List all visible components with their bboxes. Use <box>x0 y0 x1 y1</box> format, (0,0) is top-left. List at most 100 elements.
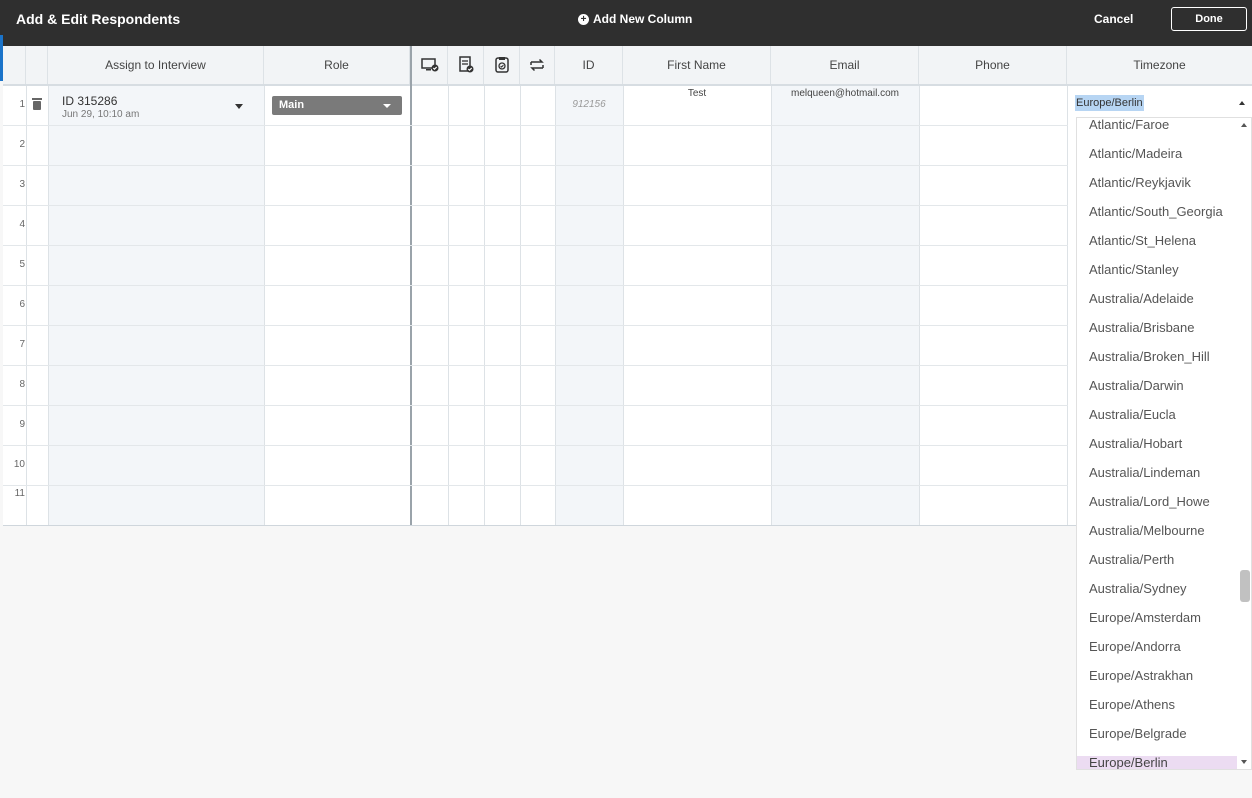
cancel-button[interactable]: Cancel <box>1094 12 1133 26</box>
interview-date: Jun 29, 10:10 am <box>62 109 140 120</box>
timezone-option[interactable]: Europe/Astrakhan <box>1077 669 1251 698</box>
header-id[interactable]: ID <box>555 46 623 84</box>
first-name-cell[interactable]: Test <box>623 88 771 99</box>
row-number: 10 <box>13 459 25 470</box>
timezone-option[interactable]: Australia/Perth <box>1077 553 1251 582</box>
col-divider <box>26 86 27 525</box>
row-number: 4 <box>19 219 25 230</box>
document-check-icon <box>494 57 509 73</box>
row-divider <box>3 285 1068 286</box>
row-number: 1 <box>19 99 25 110</box>
dropdown-scrollbar[interactable] <box>1237 118 1251 769</box>
timezone-option[interactable]: Europe/Berlin <box>1077 756 1251 769</box>
row-number: 7 <box>19 339 25 350</box>
delete-row-icon[interactable] <box>32 98 42 110</box>
col-divider <box>264 86 265 525</box>
header-actions <box>26 46 48 84</box>
row-number: 11 <box>14 488 25 499</box>
col-divider <box>48 86 49 525</box>
timezone-selected-value[interactable]: Europe/Berlin <box>1075 95 1144 111</box>
header-email[interactable]: Email <box>771 46 919 84</box>
role-value: Main <box>279 99 305 111</box>
row-divider <box>3 365 1068 366</box>
grid-header: Assign to Interview Role ID First Name E… <box>3 46 1252 86</box>
col-divider <box>919 86 920 525</box>
row-divider <box>3 165 1068 166</box>
timezone-option[interactable]: Europe/Amsterdam <box>1077 611 1251 640</box>
row-number: 8 <box>19 379 25 390</box>
timezone-option[interactable]: Australia/Hobart <box>1077 437 1251 466</box>
header-swap[interactable] <box>520 46 555 84</box>
timezone-option[interactable]: Atlantic/Stanley <box>1077 263 1251 292</box>
col-divider <box>520 86 521 525</box>
timezone-option[interactable]: Atlantic/Faroe <box>1077 118 1251 147</box>
header-desktop-check[interactable] <box>412 46 448 84</box>
timezone-option[interactable]: Australia/Darwin <box>1077 379 1251 408</box>
row-number: 3 <box>19 179 25 190</box>
timezone-option[interactable]: Australia/Lindeman <box>1077 466 1251 495</box>
timezone-option[interactable]: Atlantic/South_Georgia <box>1077 205 1251 234</box>
scroll-up-arrow-icon[interactable] <box>1241 123 1247 127</box>
row-divider <box>3 245 1068 246</box>
header-timezone[interactable]: Timezone <box>1067 46 1252 84</box>
row-number: 6 <box>19 299 25 310</box>
add-new-column-label: Add New Column <box>593 12 693 26</box>
row-number: 9 <box>19 419 25 430</box>
col-divider <box>771 86 772 525</box>
timezone-option[interactable]: Australia/Lord_Howe <box>1077 495 1251 524</box>
row-divider <box>3 125 1068 126</box>
timezone-option[interactable]: Europe/Athens <box>1077 698 1251 727</box>
row-number: 5 <box>19 259 25 270</box>
list-check-icon <box>458 56 473 73</box>
timezone-select[interactable]: Europe/Berlin <box>1075 95 1252 111</box>
col-divider <box>448 86 449 525</box>
role-select[interactable]: Main <box>272 96 402 115</box>
row-number: 2 <box>19 139 25 150</box>
scroll-down-arrow-icon[interactable] <box>1241 760 1247 764</box>
row-divider <box>3 445 1068 446</box>
header-assign-to-interview[interactable]: Assign to Interview <box>48 46 264 84</box>
header-phone[interactable]: Phone <box>919 46 1067 84</box>
timezone-option[interactable]: Atlantic/St_Helena <box>1077 234 1251 263</box>
row-divider <box>3 405 1068 406</box>
assign-column-shade <box>48 86 264 525</box>
email-column-shade <box>771 86 919 525</box>
interview-dropdown-caret-icon[interactable] <box>235 104 243 109</box>
top-bar: Add & Edit Respondents + Add New Column … <box>0 0 1252 46</box>
header-document-check[interactable] <box>484 46 520 84</box>
timezone-option[interactable]: Australia/Adelaide <box>1077 292 1251 321</box>
row-divider <box>3 205 1068 206</box>
chevron-up-icon[interactable] <box>1239 101 1245 105</box>
timezone-option[interactable]: Atlantic/Madeira <box>1077 147 1251 176</box>
timezone-option[interactable]: Australia/Melbourne <box>1077 524 1251 553</box>
id-column-shade <box>555 86 623 525</box>
chevron-down-icon <box>383 104 391 108</box>
timezone-option[interactable]: Australia/Brisbane <box>1077 321 1251 350</box>
header-list-check[interactable] <box>448 46 484 84</box>
timezone-option[interactable]: Europe/Belgrade <box>1077 727 1251 756</box>
col-divider <box>1067 86 1068 525</box>
timezone-option[interactable]: Australia/Eucla <box>1077 408 1251 437</box>
timezone-option[interactable]: Australia/Sydney <box>1077 582 1251 611</box>
respondents-grid: Assign to Interview Role ID First Name E… <box>3 46 1252 526</box>
header-first-name[interactable]: First Name <box>623 46 771 84</box>
timezone-option[interactable]: Europe/Andorra <box>1077 640 1251 669</box>
col-divider <box>623 86 624 525</box>
scrollbar-thumb[interactable] <box>1240 570 1250 602</box>
row-divider <box>3 485 1068 486</box>
header-role[interactable]: Role <box>264 46 410 84</box>
header-rownum <box>3 46 26 84</box>
plus-circle-icon: + <box>578 13 589 25</box>
timezone-option[interactable]: Australia/Broken_Hill <box>1077 350 1251 379</box>
interview-id[interactable]: ID 315286 <box>62 94 117 108</box>
add-new-column-button[interactable]: + Add New Column <box>578 12 692 26</box>
row-divider <box>3 325 1068 326</box>
timezone-option[interactable]: Atlantic/Reykjavik <box>1077 176 1251 205</box>
desktop-check-icon <box>420 58 438 72</box>
done-button[interactable]: Done <box>1171 7 1247 31</box>
timezone-dropdown-list[interactable]: Atlantic/Faroe Atlantic/Madeira Atlantic/R… <box>1076 117 1252 770</box>
col-divider <box>484 86 485 525</box>
swap-arrows-icon <box>530 58 544 72</box>
respondent-id-cell: 912156 <box>572 99 606 110</box>
email-cell[interactable]: melqueen@hotmail.com <box>771 88 919 99</box>
